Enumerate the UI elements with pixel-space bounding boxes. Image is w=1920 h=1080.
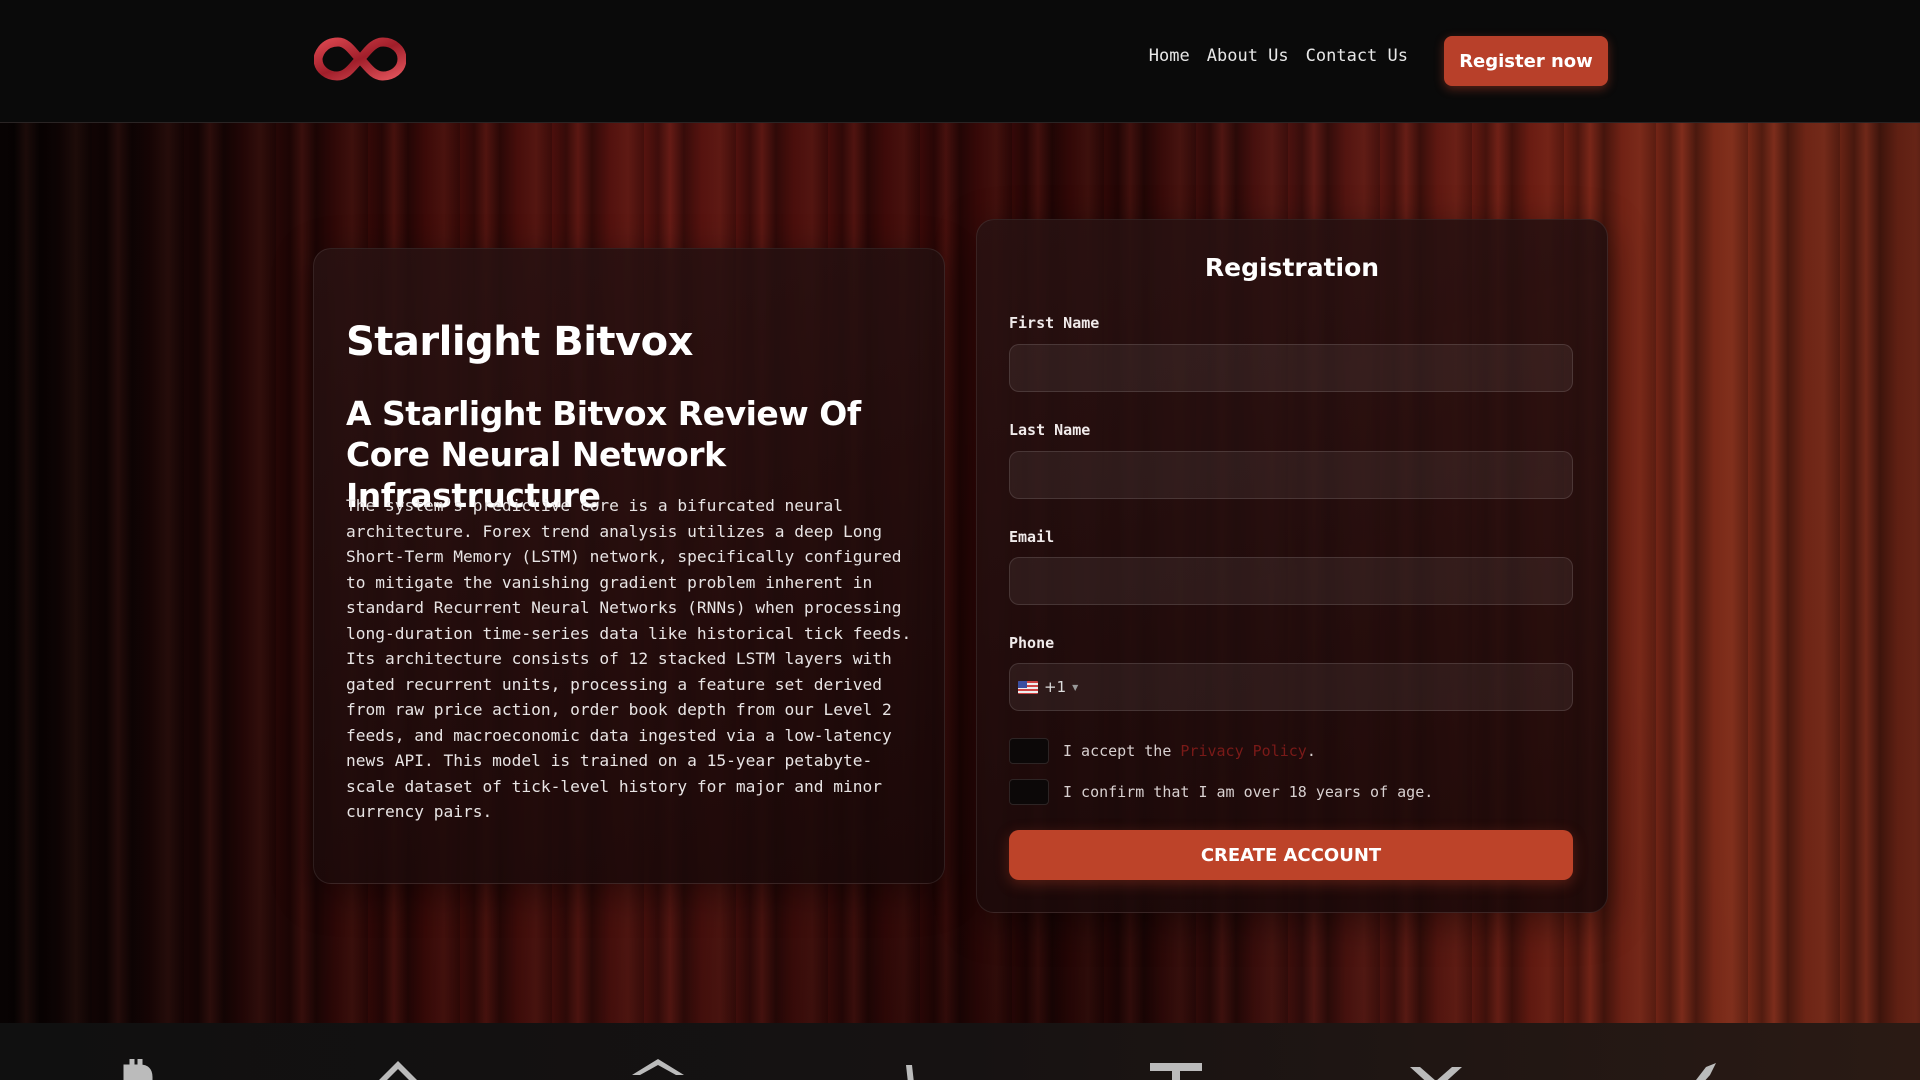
crypto-icon (1696, 1063, 1716, 1080)
site-header: Home About Us Contact Us Register now (0, 0, 1920, 123)
age-checkbox[interactable] (1009, 779, 1049, 805)
country-code-selector[interactable]: +1 ▼ (1018, 664, 1078, 710)
first-name-label: First Name (1009, 314, 1100, 332)
form-title: Registration (1204, 253, 1380, 282)
us-flag-icon (1018, 680, 1038, 694)
phone-field[interactable] (1088, 664, 1562, 712)
email-field[interactable] (1009, 557, 1573, 605)
email-label: Email (1009, 528, 1055, 546)
country-code: +1 (1044, 678, 1067, 696)
infinity-logo[interactable] (314, 34, 406, 84)
registration-form: Registration First Name Last Name Email … (976, 219, 1608, 913)
hero-background (0, 123, 1920, 1023)
privacy-checkbox[interactable] (1009, 738, 1049, 764)
privacy-suffix: . (1306, 742, 1316, 760)
litecoin-icon (906, 1065, 914, 1080)
nav-contact-us[interactable]: Contact Us (1306, 46, 1408, 66)
last-name-field[interactable] (1009, 451, 1573, 499)
nav-about-us[interactable]: About Us (1207, 46, 1289, 66)
last-name-label: Last Name (1009, 421, 1091, 439)
privacy-prefix: I accept the (1063, 742, 1181, 760)
privacy-label: I accept the Privacy Policy. (1063, 742, 1316, 760)
bitcoin-icon (123, 1059, 153, 1080)
privacy-policy-link[interactable]: Privacy Policy (1180, 742, 1306, 760)
phone-label: Phone (1009, 634, 1055, 652)
main-nav: Home About Us Contact Us (1149, 46, 1408, 66)
binance-icon (379, 1061, 417, 1080)
partner-logos-strip (0, 1023, 1920, 1080)
article-body: The system’s predictive core is a bifurc… (346, 496, 912, 821)
xrp-icon (1410, 1067, 1462, 1080)
nav-home[interactable]: Home (1149, 46, 1190, 66)
phone-field-wrapper: +1 ▼ (1009, 663, 1573, 712)
register-now-button[interactable]: Register now (1444, 36, 1608, 86)
ethereum-icon (632, 1059, 684, 1075)
page-title: Starlight Bitvox (346, 319, 693, 365)
chevron-down-icon: ▼ (1072, 682, 1079, 692)
tether-icon (1150, 1063, 1202, 1080)
first-name-field[interactable] (1009, 344, 1573, 392)
age-confirm-label: I confirm that I am over 18 years of age… (1063, 783, 1434, 801)
create-account-button[interactable]: CREATE ACCOUNT (1009, 830, 1573, 880)
info-card: Starlight Bitvox A Starlight Bitvox Revi… (313, 248, 945, 884)
